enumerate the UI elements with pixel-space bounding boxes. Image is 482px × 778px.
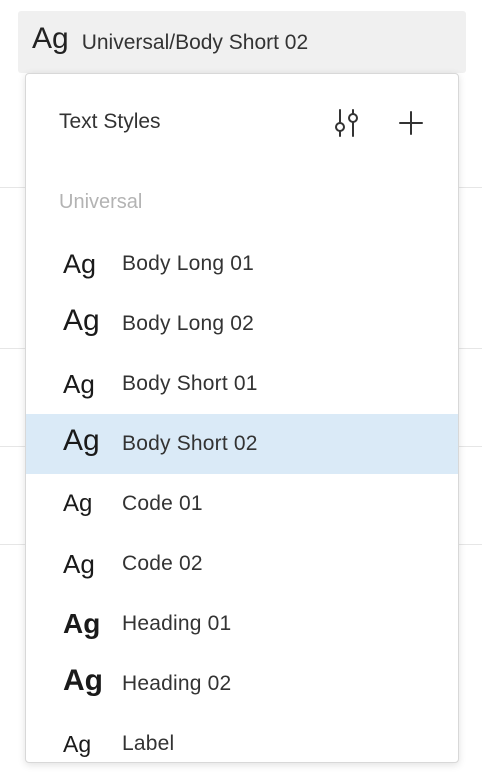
style-preview-glyph: Ag bbox=[63, 664, 103, 697]
style-item-body-long-01[interactable]: Ag Body Long 01 bbox=[26, 234, 458, 294]
style-item-label[interactable]: Ag Label bbox=[26, 714, 458, 762]
add-style-button[interactable] bbox=[395, 107, 427, 139]
selected-style-label: Universal/Body Short 02 bbox=[81, 31, 309, 54]
style-preview-glyph: Ag bbox=[63, 608, 101, 639]
style-item-code-01[interactable]: Ag Code 01 bbox=[26, 474, 458, 534]
style-item-body-long-02[interactable]: Ag Body Long 02 bbox=[26, 294, 458, 354]
style-item-body-short-02[interactable]: Ag Body Short 02 bbox=[26, 414, 458, 474]
style-item-heading-02[interactable]: Ag Heading 02 bbox=[26, 654, 458, 714]
style-preview-glyph: Ag bbox=[63, 369, 95, 399]
style-item-label: Code 02 bbox=[122, 552, 203, 575]
style-item-label: Body Long 01 bbox=[122, 252, 255, 275]
style-preview-glyph: Ag bbox=[63, 730, 92, 757]
style-item-heading-01[interactable]: Ag Heading 01 bbox=[26, 594, 458, 654]
section-heading-universal: Universal bbox=[59, 191, 143, 213]
style-preview-glyph: Ag bbox=[63, 304, 100, 337]
popover-header: Text Styles bbox=[26, 74, 458, 170]
text-style-list: Ag Body Long 01 Ag Body Long 02 Ag Body … bbox=[26, 234, 458, 762]
style-item-label: Code 01 bbox=[122, 492, 203, 515]
style-preview-glyph: Ag bbox=[63, 424, 100, 457]
app-canvas: Ag Universal/Body Short 02 Text Styles U… bbox=[0, 0, 482, 778]
style-item-label: Body Long 02 bbox=[122, 312, 255, 335]
text-styles-popover: Text Styles Universal Ag Body Long 01 Ag… bbox=[25, 73, 459, 763]
style-item-body-short-01[interactable]: Ag Body Short 01 bbox=[26, 354, 458, 414]
style-item-code-02[interactable]: Ag Code 02 bbox=[26, 534, 458, 594]
sliders-icon bbox=[335, 109, 358, 137]
popover-title: Text Styles bbox=[59, 110, 161, 133]
style-preview-glyph: Ag bbox=[63, 248, 97, 279]
style-settings-button[interactable] bbox=[331, 107, 363, 139]
style-preview-glyph: Ag bbox=[63, 490, 93, 517]
style-item-label: Body Short 02 bbox=[122, 432, 258, 455]
style-item-label: Body Short 01 bbox=[122, 372, 258, 395]
style-item-label: Heading 01 bbox=[122, 612, 232, 635]
plus-icon bbox=[399, 111, 423, 135]
style-preview-glyph: Ag bbox=[32, 22, 69, 55]
style-item-label: Label bbox=[122, 732, 175, 755]
text-style-dropdown-trigger[interactable]: Ag Universal/Body Short 02 bbox=[18, 11, 466, 73]
style-preview-glyph: Ag bbox=[63, 549, 95, 579]
style-item-label: Heading 02 bbox=[122, 672, 232, 695]
